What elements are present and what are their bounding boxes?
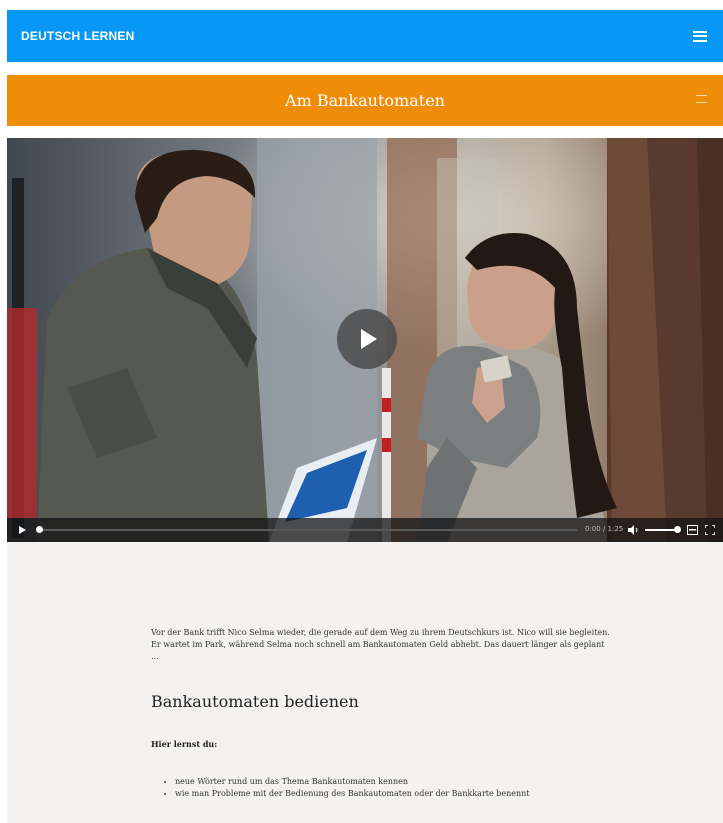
list-item: neue Wörter rund um das Thema Bankautoma… [175, 776, 530, 788]
play-icon[interactable] [17, 525, 27, 535]
video-controls: 0:00 / 1:25 [7, 518, 723, 542]
learning-goals-list: neue Wörter rund um das Thema Bankautoma… [163, 776, 530, 800]
fullscreen-icon[interactable] [705, 525, 715, 535]
top-navigation-bar: DEUTSCH LERNEN [7, 10, 723, 62]
time-display: 0:00 / 1:25 [585, 525, 624, 533]
lesson-header: Am Bankautomaten [7, 75, 723, 126]
list-item: wie man Probleme mit der Bedienung des B… [175, 788, 530, 800]
progress-thumb[interactable] [36, 526, 43, 533]
lesson-menu-icon[interactable] [696, 95, 707, 103]
hamburger-icon[interactable] [693, 30, 707, 42]
intro-text: Vor der Bank trifft Nico Selma wieder, d… [151, 628, 610, 661]
play-overlay-button[interactable] [337, 309, 397, 369]
progress-bar[interactable] [37, 529, 577, 531]
volume-slider[interactable] [645, 529, 677, 531]
volume-thumb[interactable] [674, 526, 681, 533]
volume-icon[interactable] [627, 524, 639, 536]
lesson-content: Vor der Bank trifft Nico Selma wieder, d… [7, 542, 723, 823]
learn-heading: Hier lernst du: [151, 739, 218, 749]
section-title: Bankautomaten bedienen [151, 692, 359, 711]
lesson-title: Am Bankautomaten [285, 91, 445, 110]
video-player[interactable]: 0:00 / 1:25 [7, 138, 723, 542]
brand-title[interactable]: DEUTSCH LERNEN [21, 29, 134, 43]
captions-icon[interactable] [687, 525, 698, 535]
